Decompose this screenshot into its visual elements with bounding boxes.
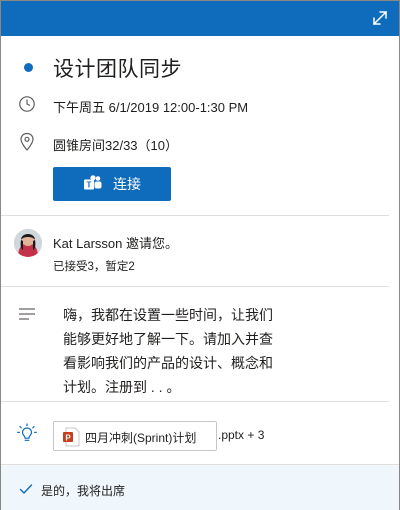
organizer-line: Kat Larsson 邀请您。 (53, 233, 178, 252)
location-pin-icon (20, 132, 34, 151)
avatar[interactable] (14, 229, 42, 257)
event-time: 下午周五 6/1/2019 12:00-1:30 PM (53, 100, 249, 115)
text-lines-icon (19, 308, 35, 320)
card-header-bar (1, 1, 399, 36)
attachment-name: 四月冲刺(Sprint)计划 (85, 431, 197, 445)
invite-text: 邀请您。 (122, 236, 178, 251)
rsvp-footer[interactable]: 是的，我将出席 (1, 464, 399, 510)
avatar-photo (14, 229, 42, 257)
event-title: 设计团队同步 (53, 58, 182, 81)
response-summary[interactable]: 已接受3，暂定2 (53, 258, 135, 274)
event-location: 圆锥房间32/33（10） (53, 138, 178, 153)
svg-text:T: T (87, 181, 92, 190)
divider (1, 286, 389, 287)
svg-text:P: P (65, 433, 71, 442)
organizer-name[interactable]: Kat Larsson (53, 236, 122, 251)
expand-diagonal-icon (373, 11, 387, 25)
divider (1, 401, 389, 402)
lightbulb-icon (17, 423, 37, 441)
event-description: 嗨，我都在设置一些时间，让我们能够更好地了解一下。请加入并查看影响我们的产品的设… (63, 307, 273, 395)
powerpoint-file-icon: P (63, 427, 80, 447)
divider (1, 215, 389, 216)
checkmark-icon (19, 484, 33, 494)
join-teams-button[interactable]: T 连接 (53, 167, 171, 201)
expand-button[interactable] (369, 7, 391, 29)
event-color-dot (24, 63, 33, 72)
rsvp-status: 是的，我将出席 (41, 484, 126, 498)
event-card: 设计团队同步 下午周五 6/1/2019 12:00-1:30 PM 圆锥房间3… (0, 0, 400, 510)
join-button-label: 连接 (113, 176, 141, 192)
more-attachments[interactable]: .pptx + 3 (218, 428, 264, 442)
attachment-chip[interactable]: P 四月冲刺(Sprint)计划 (53, 421, 217, 451)
clock-icon (19, 96, 35, 112)
teams-icon: T (84, 175, 102, 190)
